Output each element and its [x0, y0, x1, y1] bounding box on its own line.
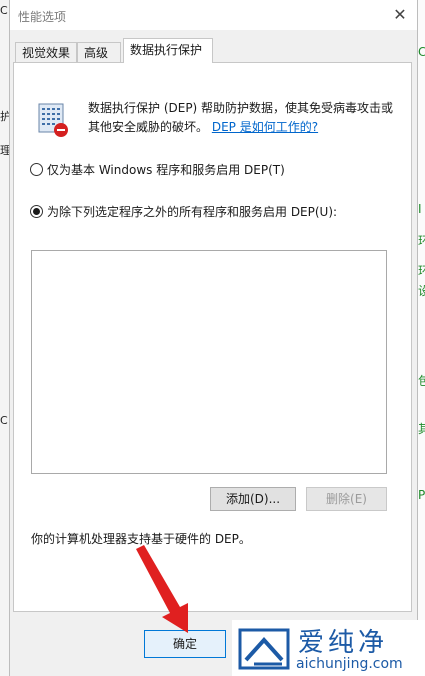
excluded-programs-list[interactable]: [31, 250, 387, 474]
dep-description: 数据执行保护 (DEP) 帮助防护数据，使其免受病毒攻击或其他安全威胁的破坏。 …: [88, 99, 398, 137]
bg-fragment: 环: [418, 234, 425, 248]
performance-options-dialog: 性能选项 ✕ 视觉效果 高级 数据执行保护 数据执行保护 (DEP) 帮助防护数…: [9, 0, 418, 676]
radio-label: 仅为基本 Windows 程序和服务启用 DEP(T): [47, 163, 285, 177]
dep-tab-panel: 数据执行保护 (DEP) 帮助防护数据，使其免受病毒攻击或其他安全威胁的破坏。 …: [13, 62, 412, 612]
watermark-url: aichunjing.com: [296, 656, 403, 672]
bg-fragment: 设: [418, 284, 425, 298]
bg-fragment: C: [0, 4, 8, 17]
tab-advanced[interactable]: 高级: [77, 42, 121, 62]
tab-label: 数据执行保护: [130, 43, 203, 57]
radio-essential-only[interactable]: 仅为基本 Windows 程序和服务启用 DEP(T): [30, 161, 285, 179]
watermark-chinese: 爱纯净: [298, 628, 389, 658]
tab-label: 视觉效果: [22, 46, 71, 60]
radio-label: 为除下列选定程序之外的所有程序和服务启用 DEP(U):: [47, 205, 338, 219]
close-icon[interactable]: ✕: [387, 3, 413, 27]
tab-label: 高级: [84, 46, 109, 60]
title-bar[interactable]: 性能选项 ✕: [10, 0, 417, 30]
dialog-title: 性能选项: [18, 10, 67, 24]
watermark-logo-icon: [238, 628, 290, 670]
radio-button[interactable]: [30, 163, 43, 176]
radio-button-checked[interactable]: [30, 205, 43, 218]
add-button[interactable]: 添加(D)...: [210, 487, 296, 511]
bg-fragment: P: [418, 488, 425, 502]
site-watermark: 爱纯净 aichunjing.com: [232, 620, 425, 676]
annotation-arrow: [136, 545, 188, 633]
bg-fragment: 其: [418, 422, 425, 436]
remove-button[interactable]: 删除(E): [306, 487, 387, 511]
tab-visual-effects[interactable]: 视觉效果: [15, 42, 77, 62]
bg-fragment: C: [0, 414, 8, 427]
bg-fragment: 环: [418, 264, 425, 278]
dep-help-link[interactable]: DEP 是如何工作的?: [212, 120, 318, 134]
radio-all-except-selected[interactable]: 为除下列选定程序之外的所有程序和服务启用 DEP(U):: [30, 203, 337, 221]
bg-fragment: 包: [418, 374, 425, 388]
dep-shield-icon: [38, 103, 68, 137]
bg-fragment: I: [418, 202, 422, 216]
tab-data-execution-prevention[interactable]: 数据执行保护: [123, 38, 213, 63]
bg-fragment: C: [418, 45, 425, 59]
